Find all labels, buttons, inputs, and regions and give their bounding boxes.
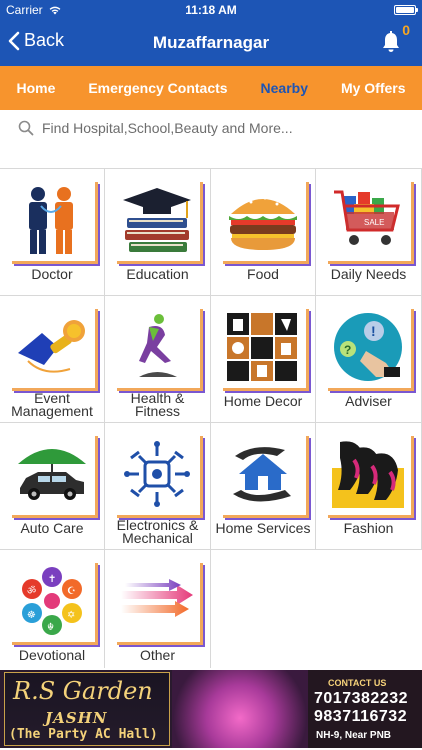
search-bar[interactable]: Find Hospital,School,Beauty and More... <box>0 110 422 146</box>
banner-address: NH-9, Near PNB <box>316 730 392 741</box>
tab-my-offers[interactable]: My Offers <box>339 76 408 100</box>
category-other[interactable]: Other <box>105 550 211 677</box>
category-label: Devotional <box>18 647 86 663</box>
search-input[interactable]: Find Hospital,School,Beauty and More... <box>42 120 293 136</box>
home-decor-icon <box>220 306 306 388</box>
bell-icon[interactable] <box>380 30 402 54</box>
category-label: Doctor <box>31 266 73 282</box>
svg-text:ॐ: ॐ <box>27 585 36 597</box>
chevron-left-icon <box>8 31 20 50</box>
category-education[interactable]: Education <box>105 169 211 296</box>
other-icon <box>114 560 200 642</box>
category-label: Health & Fitness <box>130 390 185 419</box>
adviser-icon: ! ? <box>325 306 411 388</box>
notification-count: 0 <box>402 22 410 38</box>
home-services-icon <box>220 433 306 515</box>
category-daily-needs[interactable]: SALE Daily Needs <box>316 169 422 296</box>
category-food[interactable]: Food <box>211 169 316 296</box>
auto-care-icon <box>9 433 95 515</box>
health-fitness-icon <box>114 306 200 388</box>
tab-emergency-contacts[interactable]: Emergency Contacts <box>86 76 229 100</box>
banner-tagline: (The Party AC Hall) <box>9 727 158 742</box>
back-label: Back <box>24 30 65 50</box>
svg-text:!: ! <box>371 323 376 339</box>
category-label: Home Services <box>215 520 311 536</box>
category-grid: Doctor Education Food SALE Daily Needs E… <box>0 168 422 677</box>
tab-bar: Home Emergency Contacts Nearby My Offers <box>0 66 422 110</box>
back-button[interactable]: Back <box>8 30 64 51</box>
banner-brand: R.S Garden <box>13 677 153 705</box>
category-label: Food <box>247 266 279 282</box>
battery-icon <box>394 5 418 15</box>
category-label: Daily Needs <box>330 266 407 282</box>
svg-text:☬: ☬ <box>47 622 54 633</box>
category-label: Other <box>139 647 175 663</box>
category-home-services[interactable]: Home Services <box>211 423 316 550</box>
phone-number: 7017382232 <box>314 690 408 707</box>
tab-nearby[interactable]: Nearby <box>259 76 310 100</box>
banner-subtitle: JASHN <box>45 709 108 727</box>
svg-text:☪: ☪ <box>67 586 76 597</box>
category-event-management[interactable]: Event Management <box>0 296 105 423</box>
category-fashion[interactable]: Fashion <box>316 423 422 550</box>
fashion-icon <box>325 433 411 515</box>
search-icon <box>18 120 34 136</box>
category-devotional[interactable]: ✝ ☪ ✡ ॐ ☸ ☬ Devotional <box>0 550 105 677</box>
education-icon <box>114 179 200 261</box>
category-label: Education <box>126 266 189 282</box>
svg-text:☸: ☸ <box>27 610 36 621</box>
category-doctor[interactable]: Doctor <box>0 169 105 296</box>
category-label: Auto Care <box>20 520 84 536</box>
banner-contact-panel: CONTACT US 7017382232 9837116732 NH-9, N… <box>308 670 422 748</box>
banner-venue-image <box>172 670 308 748</box>
category-label: Home Decor <box>223 393 303 409</box>
category-auto-care[interactable]: Auto Care <box>0 423 105 550</box>
advertisement-banner[interactable]: R.S Garden JASHN (The Party AC Hall) CON… <box>0 668 422 748</box>
empty-cell <box>211 550 316 677</box>
status-bar: Carrier 11:18 AM <box>0 0 422 20</box>
category-health-fitness[interactable]: Health & Fitness <box>105 296 211 423</box>
doctor-icon <box>9 179 95 261</box>
category-electronics-mechanical[interactable]: Electronics & Mechanical <box>105 423 211 550</box>
svg-text:?: ? <box>344 343 351 357</box>
category-home-decor[interactable]: Home Decor <box>211 296 316 423</box>
empty-cell <box>316 550 422 677</box>
category-label: Electronics & Mechanical <box>116 517 199 546</box>
devotional-icon: ✝ ☪ ✡ ॐ ☸ ☬ <box>9 560 95 642</box>
event-management-icon <box>9 306 95 388</box>
status-time: 11:18 AM <box>185 3 237 17</box>
svg-text:✝: ✝ <box>48 574 56 585</box>
category-label: Fashion <box>343 520 394 536</box>
nav-bar: Back Muzaffarnagar 0 <box>0 20 422 66</box>
food-icon <box>220 179 306 261</box>
contact-us-label: CONTACT US <box>328 678 387 688</box>
banner-logo-panel: R.S Garden JASHN (The Party AC Hall) <box>4 672 170 746</box>
daily-needs-icon: SALE <box>325 179 411 261</box>
svg-text:SALE: SALE <box>364 218 384 227</box>
svg-text:✡: ✡ <box>67 610 75 621</box>
category-adviser[interactable]: ! ? Adviser <box>316 296 422 423</box>
tab-home[interactable]: Home <box>14 76 57 100</box>
phone-number: 9837116732 <box>314 708 408 725</box>
electronics-icon <box>114 433 200 515</box>
category-label: Event Management <box>11 390 93 419</box>
category-label: Adviser <box>345 393 392 409</box>
